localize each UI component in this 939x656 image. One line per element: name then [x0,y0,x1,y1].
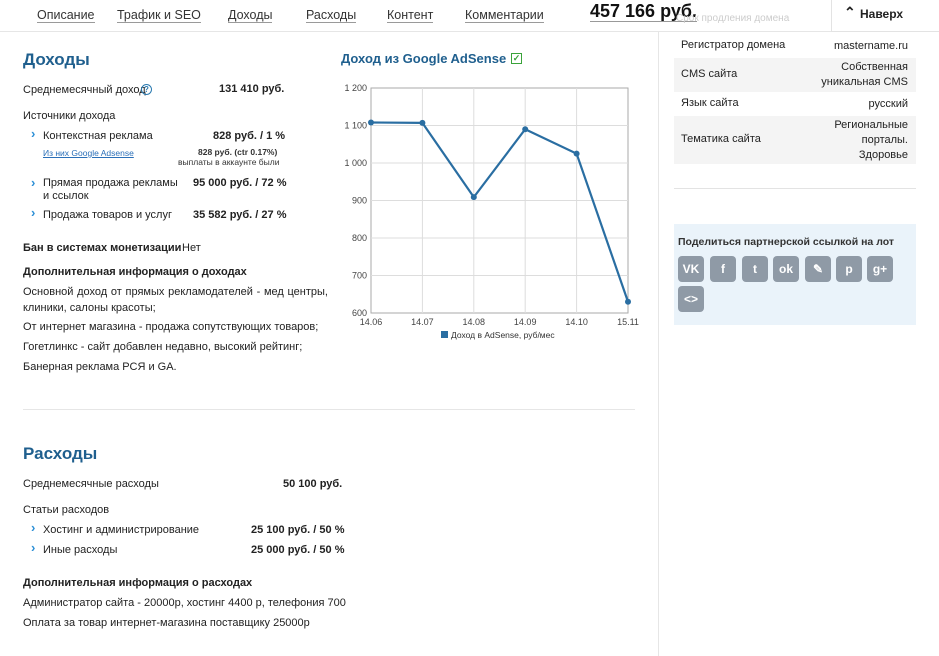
income-extra-line: От интернет магазина - продажа сопутству… [23,321,319,333]
expense-hosting-value: 25 100 руб. / 50 % [251,524,345,536]
check-icon: ✓ [511,53,522,64]
chevron-up-icon: ⌃ [844,4,856,20]
data-point [368,119,374,126]
source-direct-ads-label: Прямая продажа рекламы и ссылок [43,177,178,202]
nav-traffic-seo[interactable]: Трафик и SEO [117,8,201,23]
top-navigation: Описание Трафик и SEO Доходы Расходы Кон… [0,0,939,32]
income-extra-line: Основной доход от прямых рекламодателей … [23,286,328,314]
expenses-extra-title: Дополнительная информация о расходах [23,577,253,589]
info-row-cms: CMS сайта Собственная уникальная CMS [674,58,916,92]
info-row-language: Язык сайта русский [674,92,916,116]
source-direct-ads-value: 95 000 руб. / 72 % [193,177,287,189]
info-key: Язык сайта [681,97,739,109]
info-value: mastername.ru [834,40,908,52]
adsense-line-chart: 6007008009001 0001 1001 20014.06 14.07 14.… [344,83,639,340]
googleplus-share-icon[interactable]: g+ [867,256,893,282]
chevron-right-icon[interactable]: › [31,126,35,141]
income-extra-line: Банерная реклама РСЯ и GA. [23,361,177,373]
y-tick-label: 1 200 [344,83,367,93]
nav-comments[interactable]: Комментарии [465,8,544,23]
y-tick-label: 1 100 [344,121,367,131]
info-row-registrar: Регистратор домена mastername.ru [674,34,916,58]
x-tick-label: 15.11 [617,317,639,327]
y-tick-label: 700 [352,271,367,281]
section-divider [23,409,635,410]
scroll-top-button[interactable]: ⌃ Наверх [831,0,939,32]
avg-expenses-label: Среднемесячные расходы [23,478,159,490]
source-goods-label: Продажа товаров и услуг [43,209,172,221]
odnoklassniki-share-icon[interactable]: ok [773,256,799,282]
avg-income-label: Среднемесячный доход [23,84,146,96]
info-value: русский [868,98,908,110]
ban-value: Нет [182,242,201,254]
data-point [470,194,477,201]
expense-other-label: Иные расходы [43,544,118,556]
data-point [625,298,631,305]
panel-divider [674,188,916,189]
expense-other-value: 25 000 руб. / 50 % [251,544,345,556]
facebook-share-icon[interactable]: f [710,256,736,282]
income-extra-title: Дополнительная информация о доходах [23,266,247,278]
income-sources-label: Источники дохода [23,110,116,122]
expense-items-label: Статьи расходов [23,504,110,516]
twitter-share-icon[interactable]: t [742,256,768,282]
embed-code-icon[interactable]: <> [678,286,704,312]
source-context-ads-value: 828 руб. / 1 % [213,130,286,142]
adsense-link[interactable]: Из них Google Adsense [43,148,134,158]
help-icon[interactable]: ? [141,84,152,95]
x-tick-label: 14.07 [411,317,434,327]
source-context-ads-label: Контекстная реклама [43,130,153,142]
expenses-extra-line: Администратор сайта - 20000р, хостинг 44… [23,597,346,609]
adsense-note: выплаты в аккаунте были [178,157,280,167]
info-value: Собственная уникальная CMS [821,61,908,88]
share-panel: Поделиться партнерской ссылкой на лот VK… [674,224,916,325]
chevron-right-icon[interactable]: › [31,175,35,190]
info-value: Региональные порталы. Здоровье [834,119,908,161]
y-tick-label: 1 000 [344,158,367,168]
info-key: Тематика сайта [681,133,761,145]
ban-label: Бан в системах монетизации [23,242,182,254]
chevron-right-icon[interactable]: › [31,540,35,555]
avg-expenses-value: 50 100 руб. [283,478,343,490]
pinterest-share-icon[interactable]: p [836,256,862,282]
avg-income-value: 131 410 руб. [219,83,285,95]
data-point [522,126,529,133]
expense-hosting-label: Хостинг и администрирование [43,524,200,536]
x-tick-label: 14.08 [463,317,486,327]
income-heading: Доходы [23,50,90,69]
info-key: CMS сайта [681,68,738,80]
adsense-value: 828 руб. (ctr 0.17%) [198,147,278,157]
x-tick-label: 14.06 [360,317,383,327]
data-point [419,119,426,126]
chart-title: Доход из Google AdSense [341,51,507,66]
share-title: Поделиться партнерской ссылкой на лот [678,236,895,248]
info-key: Регистратор домена [681,39,786,51]
chevron-right-icon[interactable]: › [31,205,35,220]
column-divider [658,32,659,656]
nav-content[interactable]: Контент [387,8,434,23]
x-tick-label: 14.10 [565,317,588,327]
y-tick-label: 800 [352,233,367,243]
nav-description[interactable]: Описание [37,8,95,23]
expenses-heading: Расходы [23,444,98,463]
source-goods-value: 35 582 руб. / 27 % [193,209,287,221]
chevron-right-icon[interactable]: › [31,520,35,535]
data-point [573,150,580,157]
scroll-top-label: Наверх [860,7,904,21]
income-extra-line: Гогетлинкс - сайт добавлен недавно, высо… [23,341,303,353]
faded-domain-renewal-text: Срок продления домена [676,13,790,24]
vk-share-icon[interactable]: VK [678,256,704,282]
nav-income[interactable]: Доходы [228,8,273,23]
y-tick-label: 900 [352,196,367,206]
legend-swatch [441,331,448,338]
x-tick-label: 14.09 [514,317,537,327]
legend-label: Доход в AdSense, руб/мес [451,330,555,340]
nav-expenses[interactable]: Расходы [306,8,357,23]
info-row-topic: Тематика сайта Региональные порталы. Здо… [674,116,916,164]
livejournal-share-icon[interactable]: ✎ [805,256,831,282]
expenses-extra-line: Оплата за товар интернет-магазина постав… [23,617,310,629]
